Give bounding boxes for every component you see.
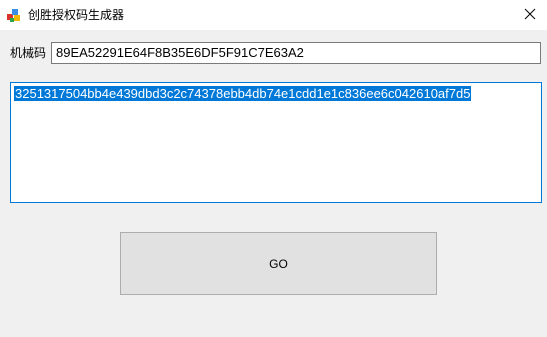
auth-code-output[interactable]: 3251317504bb4e439dbd3c2c74378ebb4db74e1c…	[10, 82, 542, 203]
go-button[interactable]: GO	[120, 232, 437, 295]
app-icon	[6, 7, 22, 23]
auth-code-selected-text: 3251317504bb4e439dbd3c2c74378ebb4db74e1c…	[14, 86, 472, 101]
close-icon	[524, 8, 536, 23]
go-button-label: GO	[269, 256, 288, 271]
title-bar[interactable]: 创胜授权码生成器	[0, 0, 547, 30]
machine-code-label: 机械码	[10, 46, 47, 60]
machine-code-input[interactable]: 89EA52291E64F8B35E6DF5F91C7E63A2	[51, 42, 541, 64]
close-button[interactable]	[513, 0, 547, 30]
app-window: 创胜授权码生成器 机械码 89EA52291E64F8B35E6DF5F91C7…	[0, 0, 547, 337]
window-title: 创胜授权码生成器	[28, 8, 125, 22]
